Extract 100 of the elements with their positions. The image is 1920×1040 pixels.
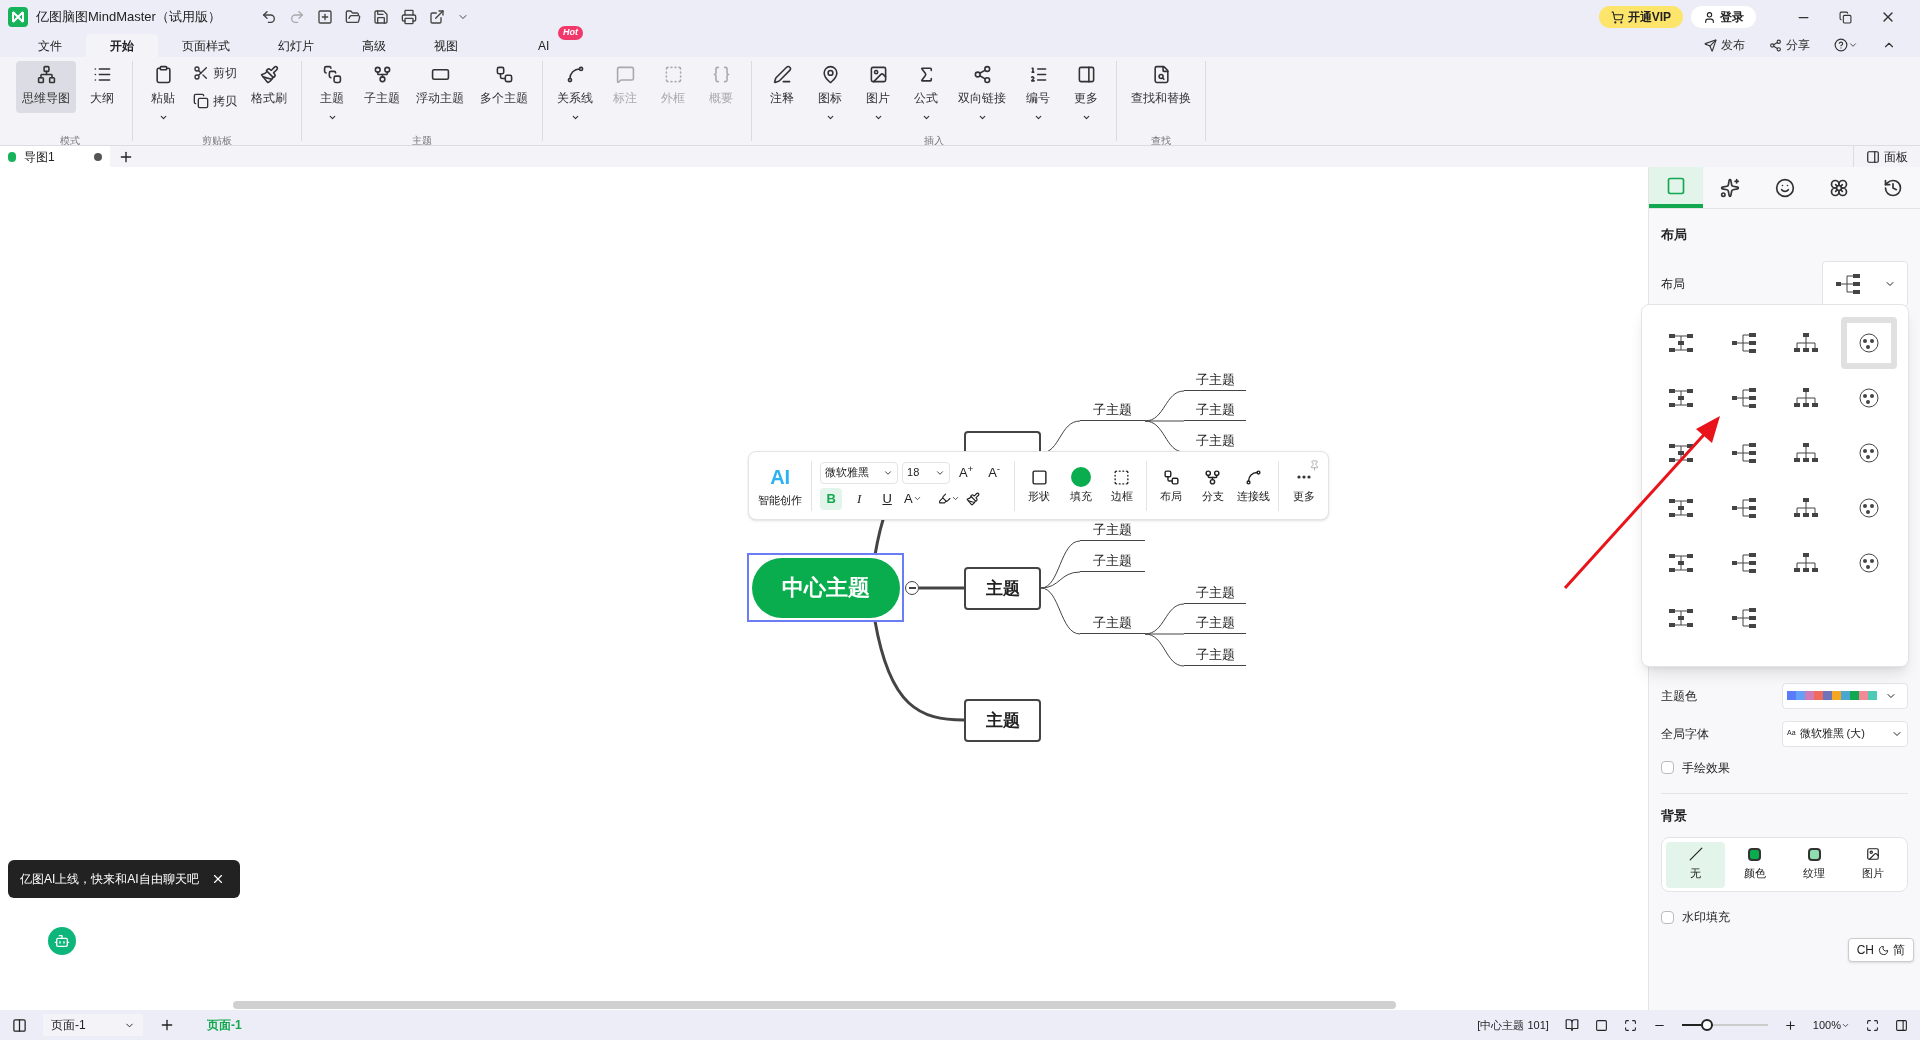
toolbar-button[interactable]: 连接线 xyxy=(1237,466,1271,505)
ribbon-button[interactable]: 拷贝 xyxy=(189,89,241,113)
vip-button[interactable]: 开通VIP xyxy=(1598,6,1683,28)
subtopic-node[interactable]: 子主题 xyxy=(1184,401,1246,421)
ribbon-button[interactable]: 大纲 xyxy=(80,61,124,113)
background-option[interactable]: 颜色 xyxy=(1725,841,1785,888)
ribbon-button[interactable]: 更多 xyxy=(1064,61,1108,113)
underline-button[interactable]: U xyxy=(876,488,899,509)
caret-icon[interactable] xyxy=(977,113,987,122)
theme-color-select[interactable] xyxy=(1782,682,1908,709)
subtopic-node[interactable]: 子主题 xyxy=(1080,401,1145,421)
new-file-icon[interactable] xyxy=(316,9,333,25)
horizontal-scrollbar[interactable] xyxy=(233,1001,1396,1009)
toolbar-button[interactable]: 布局 xyxy=(1154,466,1188,505)
printer-icon[interactable] xyxy=(400,9,417,25)
italic-button[interactable]: I xyxy=(848,488,871,509)
caret-icon[interactable] xyxy=(327,113,337,122)
topic-node[interactable]: 主题 xyxy=(964,567,1041,610)
caret-icon[interactable] xyxy=(1033,113,1043,122)
background-option[interactable]: 无 xyxy=(1666,841,1726,888)
robot-icon[interactable] xyxy=(48,927,76,955)
sidebar-toggle-icon[interactable] xyxy=(12,1017,27,1033)
add-page-icon[interactable] xyxy=(159,1017,175,1033)
export-icon[interactable] xyxy=(428,9,445,25)
ribbon-button[interactable]: 多个主题 xyxy=(474,61,534,113)
ribbon-button[interactable]: 注释 xyxy=(760,61,804,113)
save-icon[interactable] xyxy=(372,9,389,25)
ribbon-button[interactable]: 关系线 xyxy=(551,61,599,113)
ribbon-button[interactable]: 粘贴 xyxy=(141,61,185,113)
ribbon-button[interactable]: 浮动主题 xyxy=(410,61,470,113)
zoom-value[interactable]: 100% xyxy=(1812,1016,1850,1034)
zoom-in-icon[interactable] xyxy=(1783,1018,1797,1032)
subtopic-node[interactable]: 子主题 xyxy=(1080,552,1145,572)
panel-icon[interactable] xyxy=(1895,1018,1908,1032)
ribbon-button[interactable]: 思维导图 xyxy=(16,61,76,113)
layout-select[interactable] xyxy=(1822,260,1908,307)
ribbon-button[interactable]: 子主题 xyxy=(358,61,406,113)
ribbon-button[interactable]: 编号 xyxy=(1016,61,1060,113)
caret-icon[interactable] xyxy=(158,113,168,122)
caret-icon[interactable] xyxy=(1081,113,1091,122)
menu-tab[interactable]: 视图 xyxy=(410,34,482,57)
subtopic-node[interactable]: 子主题 xyxy=(1080,521,1145,541)
shrink-font-button[interactable]: A$^{-}$ xyxy=(982,462,1007,483)
font-color-button[interactable]: A xyxy=(904,488,933,509)
ime-indicator[interactable]: CH 简 xyxy=(1847,938,1914,962)
menu-tab[interactable]: 幻灯片 xyxy=(254,34,338,57)
fit-icon[interactable] xyxy=(1623,1018,1637,1032)
menu-tab[interactable]: 开始 xyxy=(86,34,158,57)
background-option[interactable]: 纹理 xyxy=(1784,841,1844,888)
checkbox[interactable] xyxy=(1661,761,1674,774)
toolbar-button[interactable]: 分支 xyxy=(1196,466,1230,505)
publish-button[interactable]: 发布 xyxy=(1704,36,1745,54)
page-view-icon[interactable] xyxy=(1594,1018,1608,1032)
toolbar-button[interactable]: 边框 xyxy=(1105,466,1139,505)
ribbon-button[interactable]: 查找和替换 xyxy=(1125,61,1197,113)
caret-icon[interactable] xyxy=(570,113,580,122)
checkbox[interactable] xyxy=(1661,910,1674,924)
caret-icon[interactable] xyxy=(951,494,961,503)
ribbon-button[interactable]: 双向链接 xyxy=(952,61,1012,113)
page-select[interactable]: 页面-1 xyxy=(43,1014,143,1036)
help-icon[interactable] xyxy=(1834,38,1848,52)
menu-tab[interactable]: 文件 xyxy=(14,34,86,57)
ribbon-button[interactable]: 格式刷 xyxy=(245,61,293,113)
ribbon-button[interactable]: 图片 xyxy=(856,61,900,113)
document-tab[interactable]: 导图1 xyxy=(0,145,110,168)
ribbon-button[interactable]: 剪切 xyxy=(189,61,241,85)
layout-option[interactable] xyxy=(1840,317,1897,369)
folder-icon[interactable] xyxy=(344,9,361,25)
topic-node[interactable]: 主题 xyxy=(964,699,1041,742)
paintbrush-icon[interactable] xyxy=(966,491,981,506)
font-size-select[interactable]: 18 xyxy=(902,461,951,484)
toolbar-button[interactable]: 填充 xyxy=(1064,466,1098,505)
toolbar-button[interactable]: 形状 xyxy=(1022,466,1056,505)
ribbon-button[interactable]: 主题 xyxy=(310,61,354,113)
highlighter-icon[interactable] xyxy=(938,492,952,505)
subtopic-node[interactable]: 子主题 xyxy=(1184,646,1246,666)
share-button[interactable]: 分享 xyxy=(1769,36,1810,54)
menu-tab[interactable]: 页面样式 xyxy=(158,34,254,57)
menu-tab[interactable]: 高级 xyxy=(338,34,410,57)
grow-font-button[interactable]: A$^{+}$ xyxy=(954,462,979,483)
fullscreen-icon[interactable] xyxy=(1866,1018,1879,1032)
ai-create-button[interactable]: AI 智能创作 xyxy=(757,462,804,509)
zoom-slider-thumb[interactable] xyxy=(1700,1019,1713,1031)
ribbon-button[interactable]: 图标 xyxy=(808,61,852,113)
toolbar-button[interactable]: 更多 xyxy=(1286,466,1321,505)
font-family-select[interactable]: 微软雅黑 xyxy=(820,461,899,484)
caret-icon[interactable] xyxy=(825,113,835,122)
collapse-toggle-icon[interactable] xyxy=(905,581,919,595)
caret-icon[interactable] xyxy=(921,113,931,122)
book-icon[interactable] xyxy=(1564,1018,1579,1032)
ribbon-button[interactable]: 公式 xyxy=(904,61,948,113)
undo-icon[interactable] xyxy=(260,9,277,25)
subtopic-node[interactable]: 子主题 xyxy=(1184,614,1246,634)
caret-icon[interactable] xyxy=(873,113,883,122)
subtopic-node[interactable]: 子主题 xyxy=(1080,614,1145,634)
subtopic-node[interactable]: 子主题 xyxy=(1184,371,1246,391)
restore-icon[interactable] xyxy=(1839,10,1852,24)
background-option[interactable]: 图片 xyxy=(1843,841,1903,888)
login-button[interactable]: 登录 xyxy=(1691,6,1756,28)
subtopic-node[interactable]: 子主题 xyxy=(1184,584,1246,604)
